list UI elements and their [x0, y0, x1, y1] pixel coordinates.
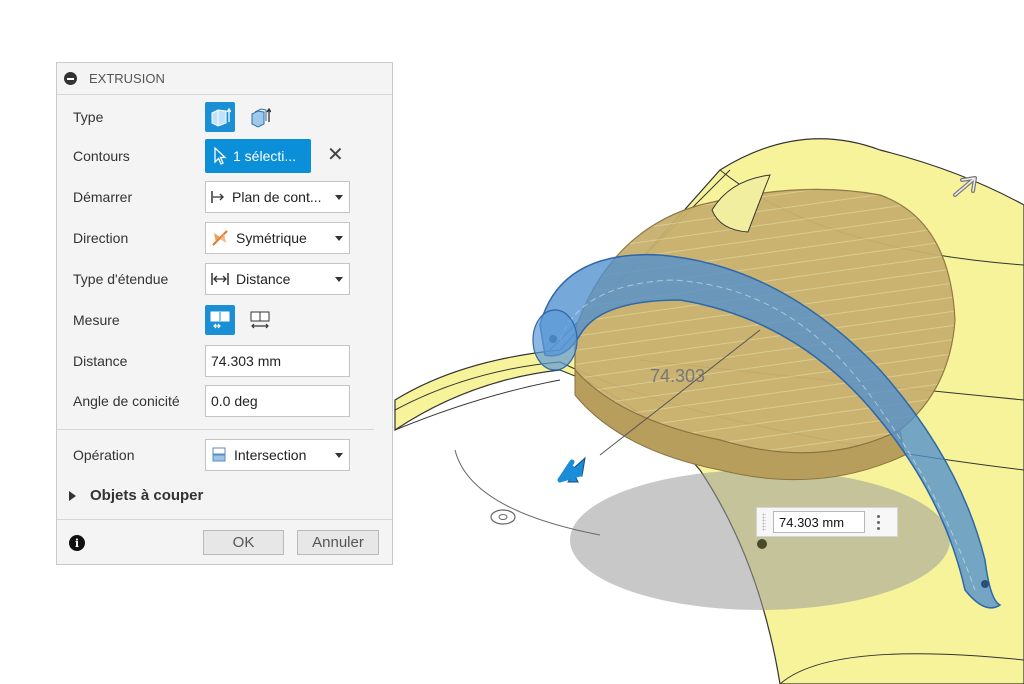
ok-button[interactable]: OK — [203, 530, 284, 555]
whole-length-icon — [250, 311, 270, 329]
row-extent-type: Type d'étendue Distance — [57, 262, 392, 296]
chevron-down-icon — [335, 453, 343, 458]
dimension-input-box: 74.303 mm — [756, 507, 898, 537]
symmetric-icon — [212, 230, 228, 246]
row-measure: Mesure — [57, 303, 392, 337]
start-dropdown[interactable]: Plan de cont... — [205, 181, 350, 213]
direction-dropdown[interactable]: Symétrique — [205, 222, 350, 254]
row-operation: Opération Intersection — [57, 438, 392, 472]
type-label: Type — [73, 109, 104, 125]
solid-body-icon — [211, 107, 231, 127]
start-value: Plan de cont... — [232, 189, 322, 205]
operation-label: Opération — [73, 447, 135, 463]
start-label: Démarrer — [73, 189, 133, 205]
row-contours: Contours 1 sélecti... ✕ — [57, 139, 392, 173]
solid-extrude-button[interactable] — [205, 102, 235, 132]
drag-grip[interactable] — [762, 513, 766, 531]
contours-selection-text: 1 sélecti... — [233, 148, 297, 164]
taper-angle-label: Angle de conicité — [73, 393, 180, 409]
chevron-right-icon — [69, 490, 76, 501]
operation-value: Intersection — [234, 447, 307, 463]
clear-selection-icon[interactable]: ✕ — [327, 143, 344, 167]
chevron-down-icon — [335, 277, 343, 282]
contours-label: Contours — [73, 148, 130, 164]
extrusion-panel: EXTRUSION Type Contours 1 sélecti... ✕ D… — [56, 62, 393, 565]
extent-type-dropdown[interactable]: Distance — [205, 263, 350, 295]
dimension-anchor — [757, 539, 767, 549]
operation-dropdown[interactable]: Intersection — [205, 439, 350, 471]
row-taper-angle: Angle de conicité 0.0 deg — [57, 384, 392, 418]
direction-arrow-icon[interactable] — [557, 456, 586, 483]
cursor-icon — [214, 147, 227, 165]
extent-type-label: Type d'étendue — [73, 271, 169, 287]
panel-header: EXTRUSION — [57, 63, 392, 95]
contours-select-button[interactable]: 1 sélecti... — [205, 139, 311, 173]
row-start: Démarrer Plan de cont... — [57, 180, 392, 214]
taper-angle-input[interactable]: 0.0 deg — [205, 385, 350, 417]
intersect-icon — [212, 447, 226, 462]
origin-point[interactable] — [490, 509, 516, 525]
direction-label: Direction — [73, 230, 129, 246]
measure-whole-button[interactable] — [245, 305, 275, 335]
row-direction: Direction Symétrique — [57, 221, 392, 255]
measure-symmetric-half-button[interactable] — [205, 305, 235, 335]
extent-type-value: Distance — [236, 271, 291, 287]
profile-plane-icon — [211, 191, 224, 203]
dimension-label: 74.303 — [650, 366, 705, 386]
objects-to-cut-label: Objets à couper — [90, 487, 204, 504]
distance-label: Distance — [73, 353, 128, 369]
objects-to-cut-toggle[interactable]: Objets à couper — [69, 487, 203, 504]
half-length-icon — [210, 311, 230, 329]
direction-value: Symétrique — [236, 230, 307, 246]
info-icon[interactable]: i — [69, 535, 85, 551]
cancel-button[interactable]: Annuler — [297, 530, 379, 555]
row-type: Type — [57, 100, 392, 134]
thin-extrude-button[interactable] — [245, 102, 275, 132]
panel-title: EXTRUSION — [89, 71, 165, 86]
thin-body-icon — [251, 107, 271, 128]
measure-label: Mesure — [73, 312, 120, 328]
collapse-icon[interactable] — [64, 72, 77, 85]
chevron-down-icon — [335, 195, 343, 200]
section-divider — [57, 429, 374, 430]
footer-divider — [57, 519, 392, 520]
chevron-down-icon — [335, 236, 343, 241]
distance-input[interactable]: 74.303 mm — [205, 345, 350, 377]
row-distance: Distance 74.303 mm — [57, 344, 392, 378]
distance-icon — [211, 273, 229, 285]
dimension-input[interactable]: 74.303 mm — [773, 511, 865, 533]
more-options-icon[interactable] — [877, 514, 880, 530]
